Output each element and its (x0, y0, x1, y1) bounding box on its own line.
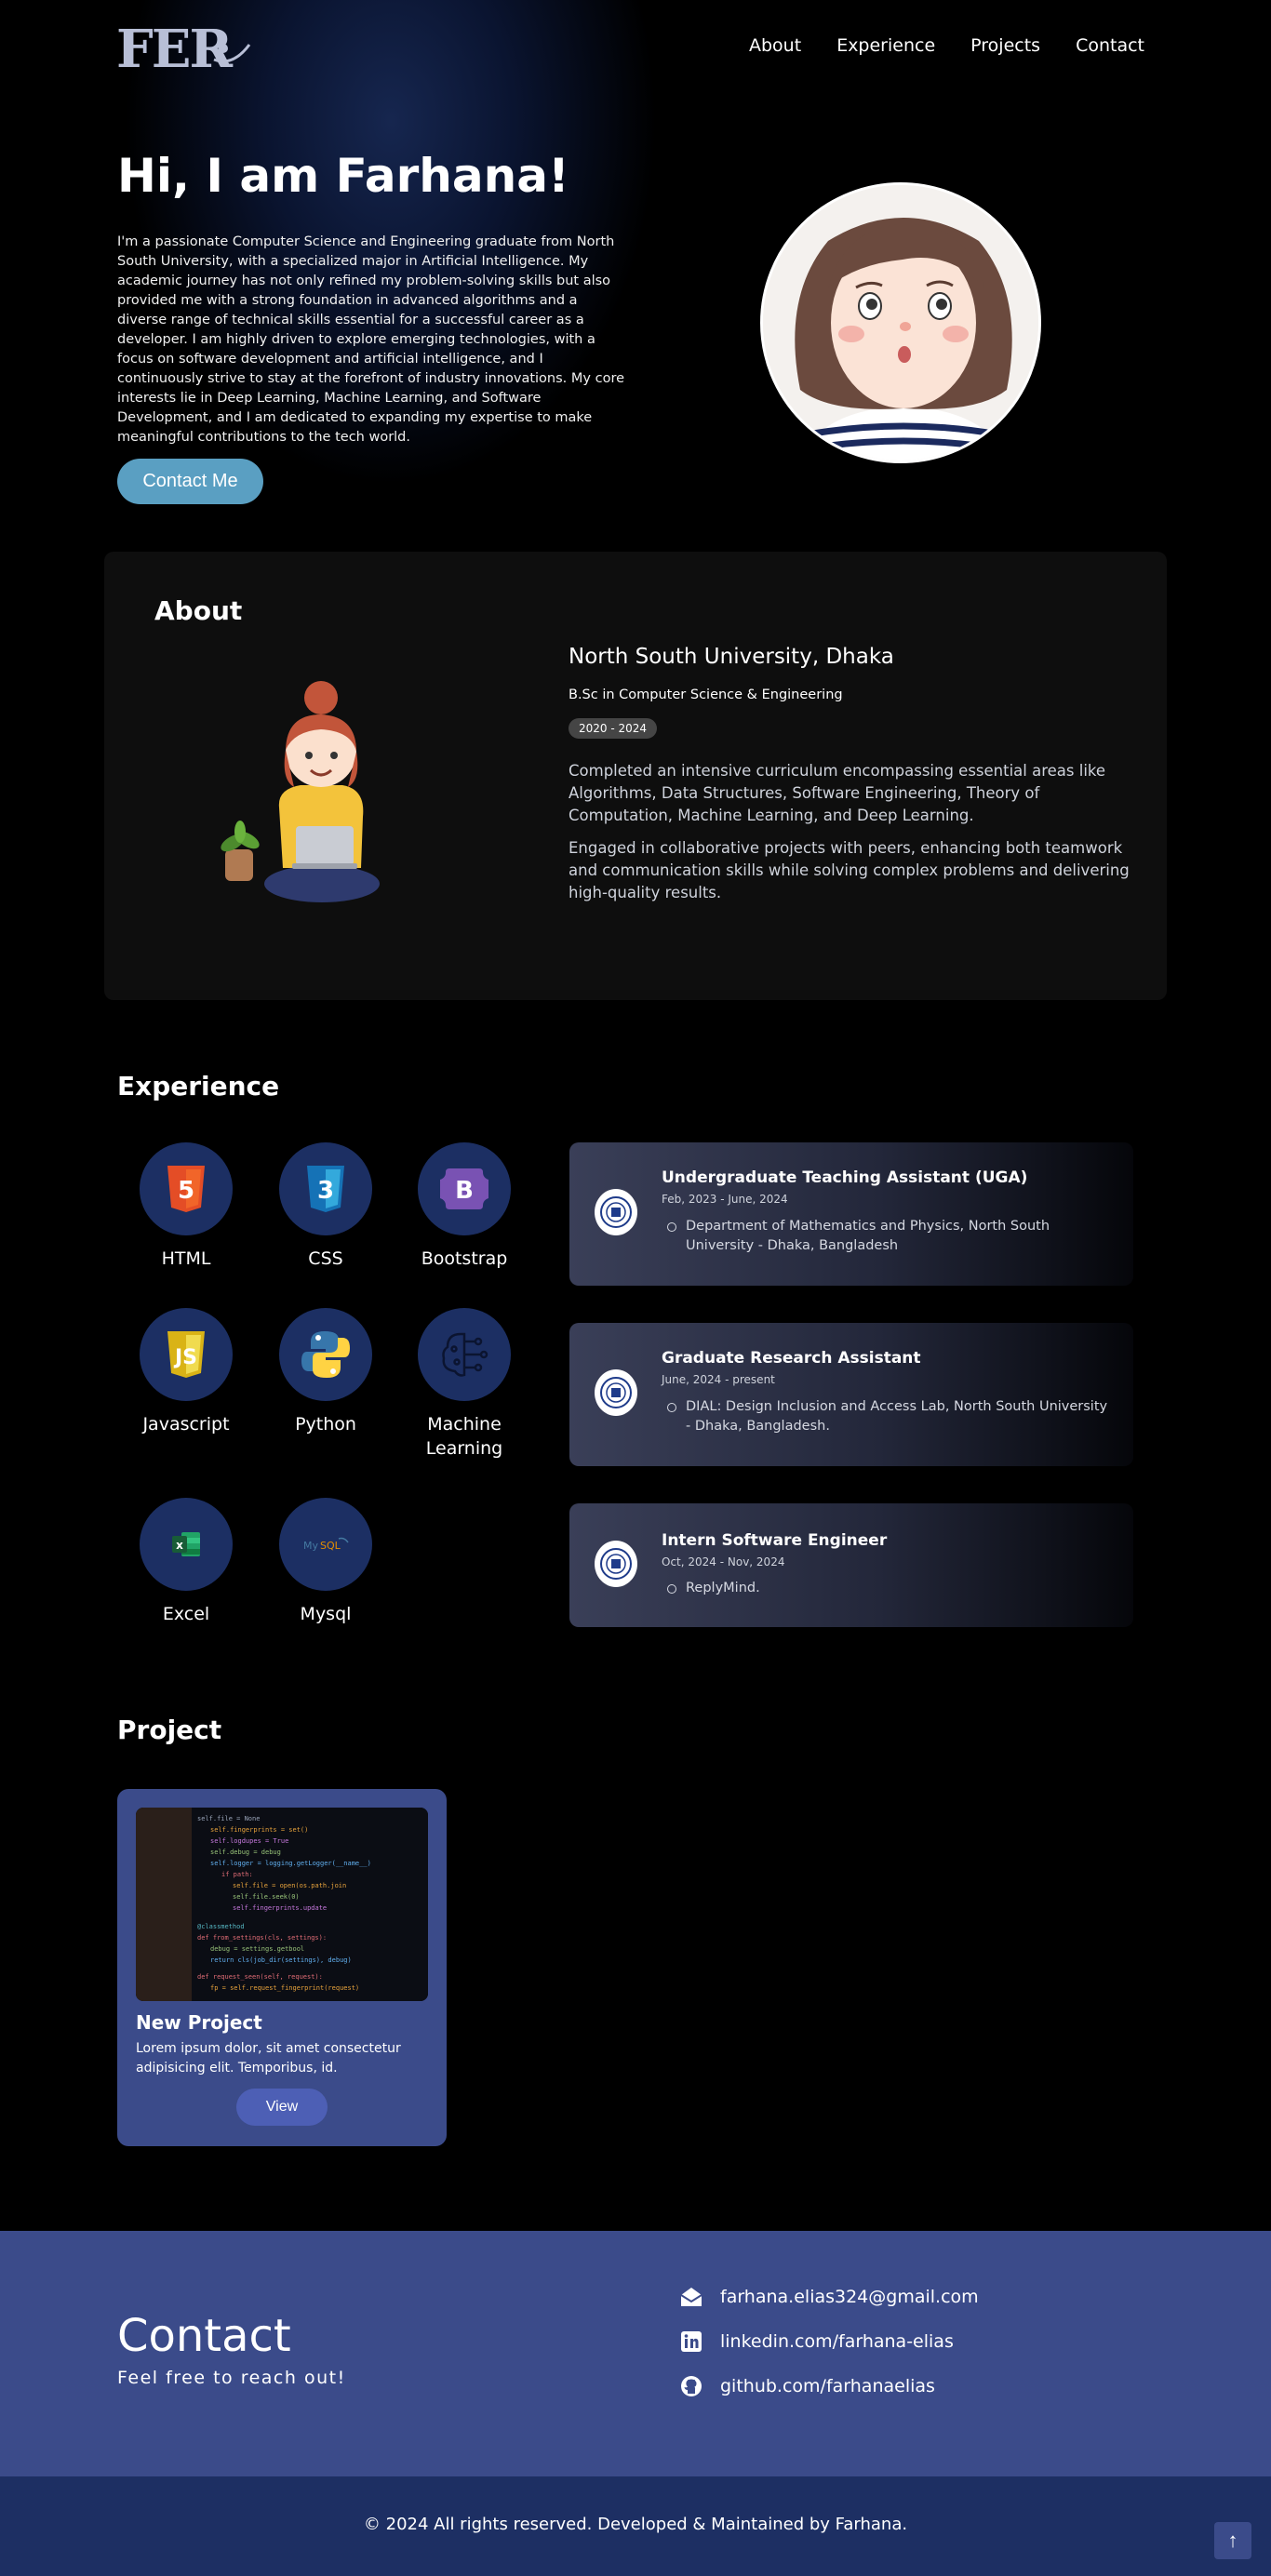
laptop-girl-illustration (221, 681, 380, 902)
university-name: North South University, Dhaka (569, 645, 894, 669)
skill-label: CSS (308, 1248, 343, 1269)
project-name: New Project (136, 2011, 262, 2034)
job-role: Intern Software Engineer (662, 1531, 888, 1550)
contact-github[interactable]: github.com/farhanaelias (679, 2374, 935, 2398)
hero-title: Hi, I am Farhana! (117, 149, 569, 203)
svg-text:def request_seen(self, request: def request_seen(self, request): (197, 1973, 323, 1981)
svg-text:self.debug = debug: self.debug = debug (210, 1849, 281, 1856)
svg-text:self.file.seek(0): self.file.seek(0) (233, 1893, 300, 1901)
experience-heading: Experience (117, 1071, 280, 1101)
hero-intro: I'm a passionate Computer Science and En… (117, 234, 625, 445)
svg-text:self.logdupes = True: self.logdupes = True (210, 1837, 288, 1845)
contact-heading: Contact (117, 2310, 291, 2362)
contact-email-text[interactable]: farhana.elias324@gmail.com (720, 2287, 979, 2307)
contact-email[interactable]: farhana.elias324@gmail.com (679, 2285, 979, 2309)
nav-contact[interactable]: Contact (1076, 35, 1144, 56)
html5-icon: 5 (140, 1142, 233, 1235)
job-date: Oct, 2024 - Nov, 2024 (662, 1555, 785, 1568)
svg-text:@classmethod: @classmethod (197, 1923, 245, 1930)
nav-about[interactable]: About (749, 35, 801, 56)
experience-card: Graduate Research Assistant June, 2024 -… (569, 1323, 1133, 1466)
job-role: Undergraduate Teaching Assistant (UGA) (662, 1168, 1028, 1187)
svg-text:return cls(job_dir(settings),: return cls(job_dir(settings), debug) (210, 1956, 352, 1964)
skill-python: Python (256, 1308, 395, 1436)
skill-label: Bootstrap (421, 1248, 508, 1269)
github-icon (679, 2374, 703, 2398)
linkedin-icon (679, 2329, 703, 2354)
skill-machine-learning: Machine Learning (395, 1308, 534, 1461)
skill-excel: x Excel (116, 1498, 256, 1626)
project-heading: Project (117, 1715, 222, 1745)
nsu-logo-icon (595, 1369, 637, 1416)
excel-icon: x (140, 1498, 233, 1591)
css3-icon: 3 (279, 1142, 372, 1235)
svg-text:self.file = open(os.path.join: self.file = open(os.path.join (233, 1882, 346, 1889)
svg-text:My: My (303, 1540, 318, 1552)
skill-mysql: My SQL Mysql (256, 1498, 395, 1626)
skill-label: Mysql (300, 1604, 352, 1624)
profile-avatar (760, 182, 1041, 463)
svg-text:self.file = None: self.file = None (197, 1815, 260, 1822)
svg-text:def from_settings(cls, setting: def from_settings(cls, settings): (197, 1934, 327, 1942)
project-thumbnail: self.file = None self.fingerprints = set… (136, 1808, 428, 2001)
nsu-logo-icon (595, 1541, 637, 1587)
contact-linkedin-text[interactable]: linkedin.com/farhana-elias (720, 2331, 954, 2352)
footer-copyright: © 2024 All rights reserved. Developed & … (363, 2515, 908, 2534)
machine-learning-icon (418, 1308, 511, 1401)
svg-text:SQL: SQL (320, 1540, 341, 1552)
skill-bootstrap: B Bootstrap (395, 1142, 534, 1271)
job-description: Department of Mathematics and Physics, N… (667, 1217, 1114, 1256)
job-date: June, 2024 - present (662, 1373, 775, 1386)
svg-text:B: B (455, 1177, 474, 1205)
svg-text:5: 5 (178, 1177, 194, 1205)
scroll-to-top-button[interactable]: ↑ (1214, 2522, 1251, 2559)
nav-experience[interactable]: Experience (836, 35, 935, 56)
skill-label: Excel (162, 1604, 210, 1624)
svg-text:fp = self.request_fingerprint(: fp = self.request_fingerprint(request) (210, 1984, 359, 1992)
envelope-open-icon (679, 2285, 703, 2309)
experience-card: Undergraduate Teaching Assistant (UGA) F… (569, 1142, 1133, 1286)
about-paragraph: Engaged in collaborative projects with p… (569, 839, 1130, 901)
svg-text:self.logger = logging.getLogge: self.logger = logging.getLogger(__name__… (210, 1860, 371, 1867)
python-icon (279, 1308, 372, 1401)
logo-swoosh-icon (213, 44, 251, 63)
svg-text:x: x (176, 1539, 183, 1552)
about-paragraph: Completed an intensive curriculum encomp… (569, 762, 1106, 824)
skill-label: HTML (161, 1248, 211, 1269)
job-description: ReplyMind. (667, 1579, 1114, 1598)
nsu-logo-icon (595, 1189, 637, 1235)
main-nav: About Experience Projects Contact (749, 35, 1144, 56)
skill-label: Machine Learning (425, 1414, 503, 1459)
javascript-icon: JS (140, 1308, 233, 1401)
view-project-button[interactable]: View (236, 2089, 328, 2126)
contact-me-button[interactable]: Contact Me (117, 459, 263, 504)
contact-github-text[interactable]: github.com/farhanaelias (720, 2376, 935, 2396)
skill-label: Python (295, 1414, 356, 1435)
contact-subtitle: Feel free to reach out! (117, 2368, 346, 2388)
contact-linkedin[interactable]: linkedin.com/farhana-elias (679, 2329, 954, 2354)
svg-text:3: 3 (317, 1177, 334, 1205)
skill-javascript: JS Javascript (116, 1308, 256, 1436)
bootstrap-icon: B (418, 1142, 511, 1235)
mysql-icon: My SQL (279, 1498, 372, 1591)
svg-text:self.fingerprints = set(): self.fingerprints = set() (210, 1826, 308, 1834)
about-heading: About (154, 595, 243, 626)
job-date: Feb, 2023 - June, 2024 (662, 1193, 788, 1206)
svg-text:self.fingerprints.update: self.fingerprints.update (233, 1904, 327, 1912)
skill-css: 3 CSS (256, 1142, 395, 1271)
svg-text:if path:: if path: (221, 1871, 253, 1878)
degree-label: B.Sc in Computer Science & Engineering (569, 687, 843, 702)
skill-html: 5 HTML (116, 1142, 256, 1271)
svg-text:debug = settings.getbool: debug = settings.getbool (210, 1945, 304, 1953)
skill-label: Javascript (142, 1414, 230, 1435)
nav-projects[interactable]: Projects (970, 35, 1040, 56)
experience-card: Intern Software Engineer Oct, 2024 - Nov… (569, 1503, 1133, 1627)
years-badge: 2020 - 2024 (569, 718, 658, 739)
svg-text:JS: JS (173, 1346, 197, 1369)
job-description: DIAL: Design Inclusion and Access Lab, N… (667, 1397, 1114, 1436)
project-description: Lorem ipsum dolor, sit amet consectetur … (136, 2041, 401, 2075)
job-role: Graduate Research Assistant (662, 1349, 921, 1368)
